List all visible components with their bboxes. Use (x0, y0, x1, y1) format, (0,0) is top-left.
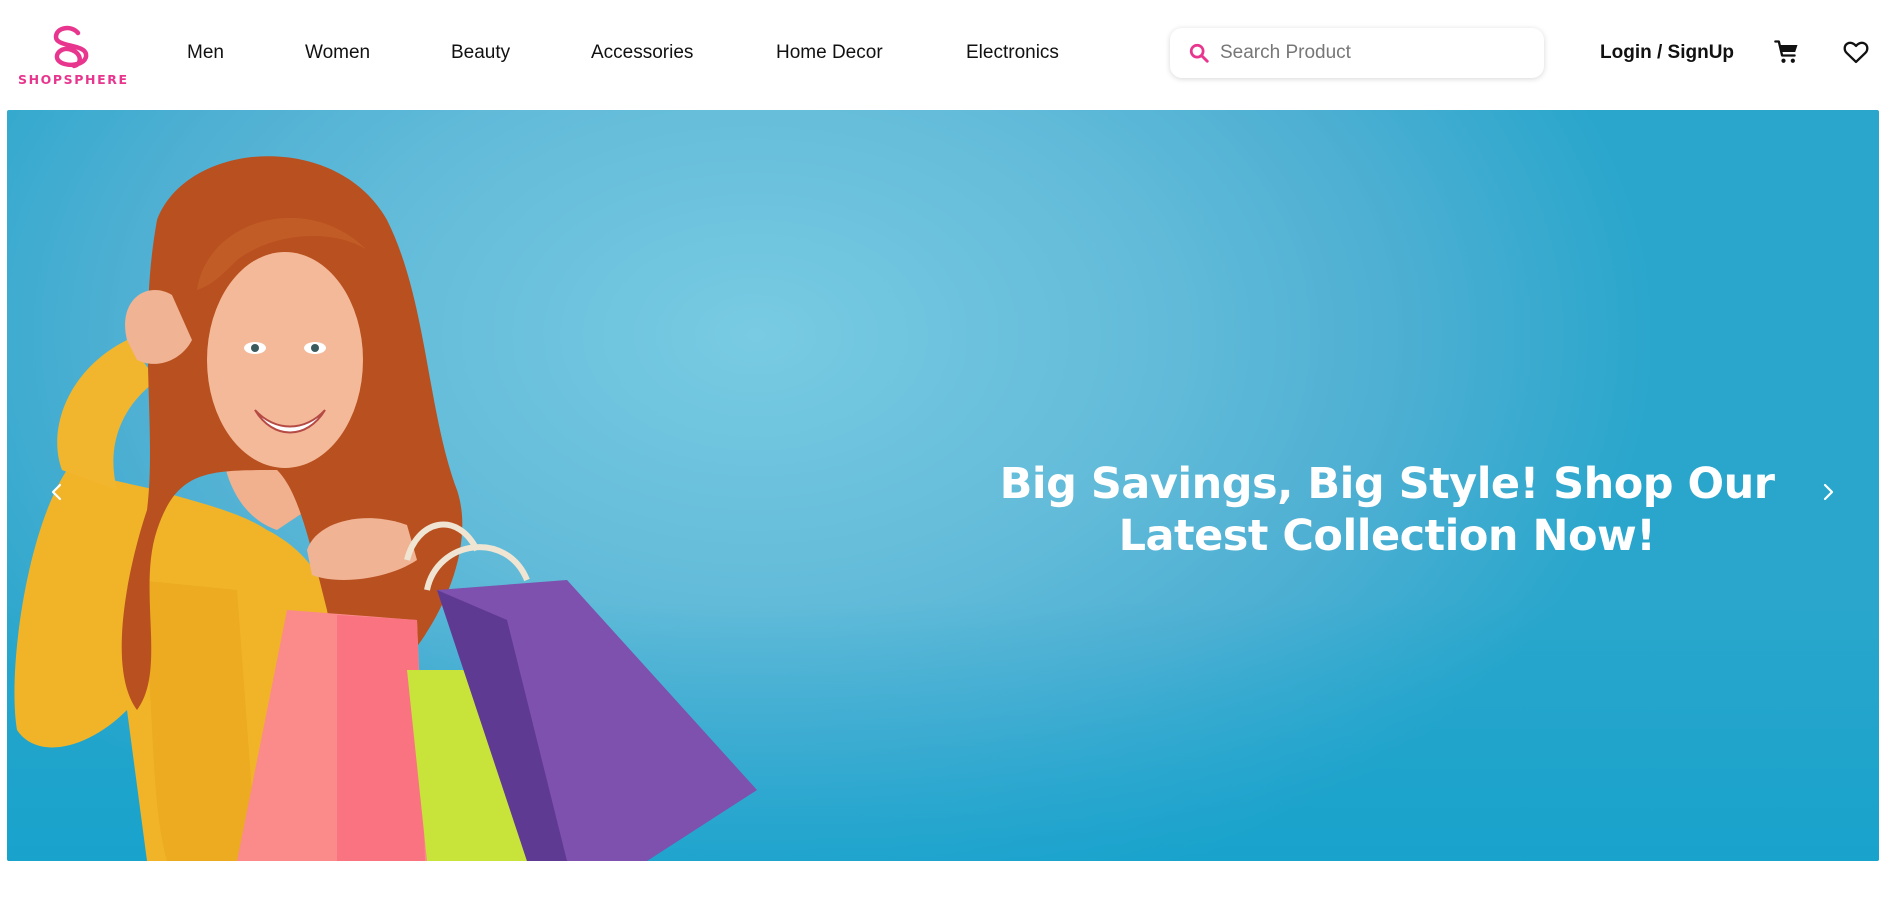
nav-item-home-decor[interactable]: Home Decor (776, 42, 883, 64)
chevron-left-icon[interactable] (37, 472, 77, 512)
nav-item-beauty[interactable]: Beauty (451, 42, 510, 64)
hero-headline: Big Savings, Big Style! Shop Our Latest … (999, 459, 1775, 561)
search-bar (1170, 28, 1544, 78)
hero-banner: Big Savings, Big Style! Shop Our Latest … (7, 110, 1879, 861)
heart-icon[interactable] (1842, 38, 1870, 66)
search-icon[interactable] (1188, 42, 1210, 64)
nav-item-accessories[interactable]: Accessories (591, 42, 693, 64)
login-signup-link[interactable]: Login / SignUp (1600, 42, 1734, 64)
cart-icon[interactable] (1773, 38, 1801, 66)
hero-model-image (14, 156, 757, 861)
brand-logo[interactable]: SHOPSPHERE (18, 24, 128, 90)
nav-item-men[interactable]: Men (187, 42, 224, 64)
search-input[interactable] (1220, 28, 1530, 78)
nav-item-women[interactable]: Women (305, 42, 370, 64)
brand-name: SHOPSPHERE (18, 72, 129, 87)
site-header: SHOPSPHERE Men Women Beauty Accessories … (0, 0, 1886, 110)
chevron-right-icon[interactable] (1808, 472, 1848, 512)
logo-mark-icon (53, 25, 89, 69)
nav-item-electronics[interactable]: Electronics (966, 42, 1059, 64)
